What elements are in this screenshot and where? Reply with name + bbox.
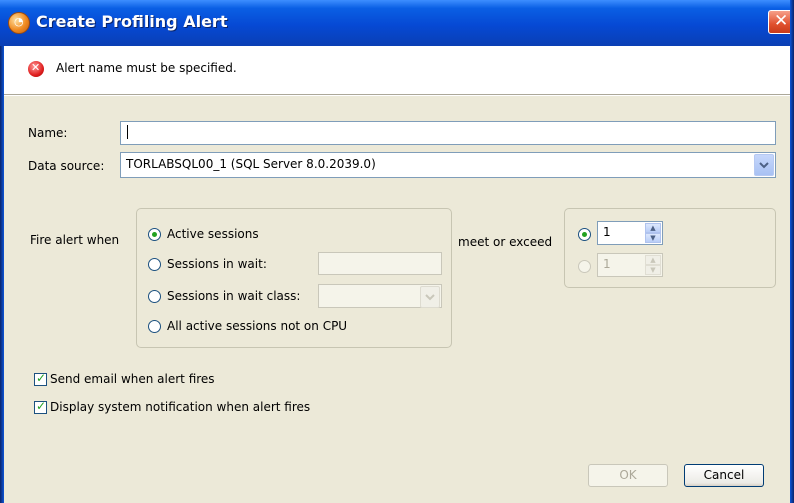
wait-input[interactable] — [318, 252, 442, 275]
header-divider — [4, 94, 790, 96]
checkmark-icon: ✓ — [36, 371, 47, 385]
radio-threshold-1[interactable] — [578, 228, 591, 241]
send-email-label: Send email when alert fires — [50, 372, 215, 386]
threshold-spinner-1[interactable]: 1 ▲ ▼ — [597, 221, 663, 245]
threshold-spinner-2[interactable]: 1 ▲ ▼ — [597, 253, 663, 277]
system-notification-label: Display system notification when alert f… — [50, 400, 311, 414]
wait-class-dropdown-button[interactable] — [420, 286, 440, 308]
caret-up-icon: ▲ — [650, 224, 656, 232]
fire-alert-label: Fire alert when — [30, 233, 120, 247]
option-label-active-not-on-cpu: All active sessions not on CPU — [167, 319, 348, 333]
title-bar[interactable]: ◔ Create Profiling Alert ✕ — [0, 0, 794, 46]
threshold-label: meet or exceed — [458, 235, 553, 249]
threshold-value-2: 1 — [603, 257, 611, 271]
error-icon: ✕ — [28, 61, 44, 77]
option-label-sessions-in-wait: Sessions in wait: — [167, 257, 267, 271]
chevron-down-icon — [425, 294, 435, 301]
chevron-down-icon — [759, 162, 769, 169]
name-input[interactable] — [120, 121, 776, 145]
radio-active-not-on-cpu[interactable] — [148, 320, 161, 333]
threshold-value-1: 1 — [603, 225, 611, 239]
ok-button[interactable]: OK — [588, 464, 668, 487]
caret-down-icon: ▼ — [650, 234, 656, 242]
spinner-down-button[interactable]: ▼ — [645, 233, 661, 243]
checkmark-icon: ✓ — [36, 399, 47, 413]
datasource-label: Data source: — [28, 159, 105, 173]
text-caret — [127, 125, 128, 139]
send-email-checkbox[interactable]: ✓ — [34, 371, 47, 386]
radio-threshold-2[interactable] — [578, 260, 591, 273]
wait-class-select[interactable] — [318, 284, 442, 308]
caret-down-icon: ▼ — [650, 266, 656, 274]
spinner-up-button[interactable]: ▲ — [645, 255, 661, 265]
name-label: Name: — [28, 126, 68, 140]
datasource-value: TORLABSQL00_1 (SQL Server 8.0.2039.0) — [126, 157, 376, 171]
datasource-select[interactable]: TORLABSQL00_1 (SQL Server 8.0.2039.0) — [120, 152, 776, 178]
caret-up-icon: ▲ — [650, 256, 656, 264]
dialog-window: ◔ Create Profiling Alert ✕ ✕ Alert name … — [0, 0, 794, 503]
spinner-up-button[interactable]: ▲ — [645, 223, 661, 233]
option-label-active-sessions: Active sessions — [167, 227, 259, 241]
option-label-sessions-in-wait-class: Sessions in wait class: — [167, 289, 301, 303]
close-icon: ✕ — [774, 11, 789, 31]
cancel-button[interactable]: Cancel — [684, 464, 764, 487]
app-icon: ◔ — [8, 12, 30, 34]
system-notification-checkbox[interactable]: ✓ — [34, 399, 47, 414]
datasource-dropdown-button[interactable] — [754, 154, 774, 176]
threshold-group — [564, 208, 776, 288]
radio-active-sessions[interactable] — [148, 228, 161, 241]
message-panel: ✕ Alert name must be specified. — [4, 46, 790, 94]
radio-sessions-in-wait[interactable] — [148, 258, 161, 271]
spinner-down-button[interactable]: ▼ — [645, 265, 661, 275]
error-message: Alert name must be specified. — [56, 61, 237, 75]
dialog-title: Create Profiling Alert — [36, 12, 228, 31]
close-button[interactable]: ✕ — [768, 10, 794, 34]
radio-sessions-in-wait-class[interactable] — [148, 290, 161, 303]
